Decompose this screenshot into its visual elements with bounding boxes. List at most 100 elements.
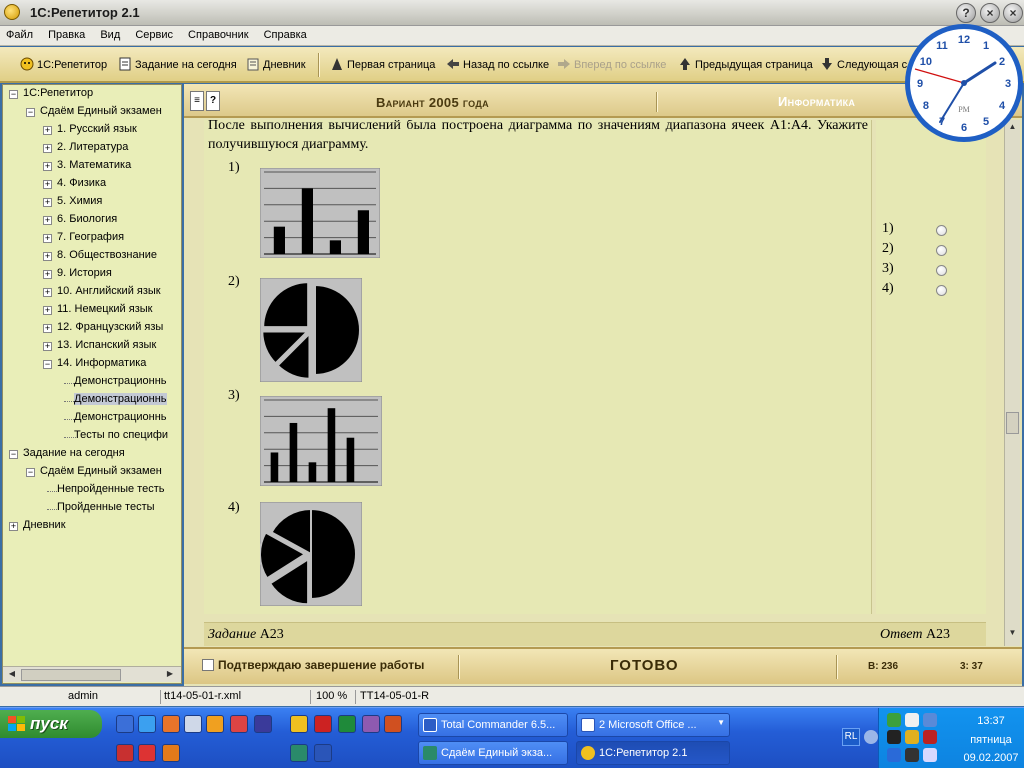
quicklaunch-app-icon[interactable] [254,715,272,733]
tray-expand-icon[interactable] [864,730,878,744]
tree-item[interactable]: 4. Физика [57,177,106,189]
scroll-down-arrow-icon[interactable]: ▼ [1006,628,1019,642]
toolbar-first-page-button[interactable]: Первая страница [330,57,435,71]
task-ms-office[interactable]: 2 Microsoft Office ... ▼ [576,713,730,737]
ready-button[interactable]: ГОТОВО [610,657,679,674]
menu-view[interactable]: Вид [94,26,126,41]
scroll-thumb[interactable] [1006,412,1019,434]
quicklaunch-infopath-icon[interactable] [362,715,380,733]
help-window-button[interactable]: ? [956,3,976,23]
toolbar-next-page-button[interactable]: Следующая с [820,57,907,71]
tree-item[interactable]: Дневник [23,519,66,531]
quicklaunch-calendar-icon[interactable] [138,744,156,762]
tree-expander-icon[interactable]: + [43,126,52,135]
tree-item[interactable]: 5. Химия [57,195,102,207]
menu-edit[interactable]: Правка [42,26,91,41]
answer-radio-1[interactable] [936,225,947,236]
toolbar-home-button[interactable]: 1С:Репетитор [20,57,107,71]
quicklaunch-ie-icon[interactable] [138,715,156,733]
tray-yellow-icon[interactable] [905,730,919,744]
menu-help[interactable]: Справка [258,26,313,41]
tree-expander-icon[interactable]: + [43,144,52,153]
toolbar-back-link-button[interactable]: Назад по ссылке [446,57,549,71]
tree-item[interactable]: 6. Биология [57,213,117,225]
tree-expander-icon[interactable]: + [43,324,52,333]
confirm-checkbox[interactable] [202,659,214,671]
question-help-button[interactable]: ? [206,91,220,111]
tree-item[interactable]: 8. Обществознание [57,249,157,261]
tree-expander-icon[interactable]: + [43,270,52,279]
tree-item[interactable]: Демонстрационнь [74,375,167,387]
minimize-button[interactable]: × [980,3,1000,23]
quicklaunch-access-icon[interactable] [314,715,332,733]
tray-grid-icon[interactable] [923,748,937,762]
language-indicator[interactable]: RL [842,728,860,746]
tree-item[interactable]: 11. Немецкий язык [57,303,152,315]
tree-item[interactable]: 2. Литература [57,141,128,153]
confirm-label[interactable]: Подтверждаю завершение работы [218,658,424,672]
answer-radio-3[interactable] [936,265,947,276]
task-total-commander[interactable]: Total Commander 6.5... [418,713,568,737]
menu-reference[interactable]: Справочник [182,26,255,41]
tree-item[interactable]: 1С:Репетитор [23,87,93,99]
quicklaunch-publisher-icon[interactable] [290,744,308,762]
tree-item[interactable]: 14. Информатика [57,357,146,369]
scroll-left-arrow-icon[interactable]: ◀ [5,669,19,681]
quicklaunch-excel-icon[interactable] [338,715,356,733]
tree-expander-icon[interactable]: + [43,234,52,243]
quicklaunch-red-icon[interactable] [116,744,134,762]
quicklaunch-orange-icon[interactable] [162,744,180,762]
tree-item[interactable]: Пройденные тесты [57,501,155,513]
tree-item[interactable]: 10. Английский язык [57,285,161,297]
tray-monitor-icon[interactable] [923,713,937,727]
quicklaunch-tool-icon[interactable] [230,715,248,733]
tray-flag-icon[interactable] [923,730,937,744]
quicklaunch-word-icon[interactable] [314,744,332,762]
tree-item[interactable]: Сдаём Единый экзамен [40,105,162,117]
tray-spider-icon[interactable] [887,730,901,744]
quicklaunch-browser-icon[interactable] [162,715,180,733]
tray-bug-icon[interactable] [905,748,919,762]
tray-network-icon[interactable] [887,713,901,727]
tree-expander-icon[interactable]: − [43,360,52,369]
content-vertical-scrollbar[interactable]: ▲ ▼ [1004,120,1020,646]
menu-service[interactable]: Сервис [129,26,179,41]
tree-expander-icon[interactable]: + [43,198,52,207]
tree-item[interactable]: Демонстрационнь [74,393,167,405]
answer-radio-2[interactable] [936,245,947,256]
tree-item[interactable]: 9. История [57,267,112,279]
tree-expander-icon[interactable]: + [43,216,52,225]
toolbar-today-button[interactable]: Задание на сегодня [118,57,237,71]
tree-item[interactable]: 3. Математика [57,159,131,171]
tree-item[interactable]: Демонстрационнь [74,411,167,423]
toolbar-prev-page-button[interactable]: Предыдущая страница [678,57,813,71]
quicklaunch-folder-icon[interactable] [290,715,308,733]
tree-expander-icon[interactable]: + [43,306,52,315]
tree-expander-icon[interactable]: + [9,522,18,531]
tree-expander-icon[interactable]: + [43,288,52,297]
start-button[interactable]: пуск [0,710,102,738]
quicklaunch-powerpoint-icon[interactable] [384,715,402,733]
tree-expander-icon[interactable]: − [26,108,35,117]
tree-item[interactable]: Непройденные тесть [57,483,164,495]
tree-expander-icon[interactable]: − [26,468,35,477]
quicklaunch-firefox-icon[interactable] [206,715,224,733]
tree-item[interactable]: 1. Русский язык [57,123,137,135]
tree-expander-icon[interactable]: + [43,162,52,171]
menu-file[interactable]: Файл [0,26,39,41]
tree-expander-icon[interactable]: + [43,252,52,261]
tree-item[interactable]: 13. Испанский язык [57,339,156,351]
scroll-right-arrow-icon[interactable]: ▶ [163,669,177,681]
tree-item[interactable]: Задание на сегодня [23,447,125,459]
task-exam-document[interactable]: Сдаём Единый экза... [418,741,568,765]
tree-item[interactable]: Сдаём Единый экзамен [40,465,162,477]
quicklaunch-desktop-icon[interactable] [116,715,134,733]
tree-horizontal-scrollbar[interactable]: ◀ ▶ [3,666,181,682]
answer-radio-4[interactable] [936,285,947,296]
tree-item[interactable]: 7. География [57,231,124,243]
tree-expander-icon[interactable]: + [43,180,52,189]
menu-lines-button[interactable]: ≡ [190,91,204,111]
tree-item[interactable]: 12. Французский язы [57,321,163,333]
tree-expander-icon[interactable]: − [9,450,18,459]
toolbar-diary-button[interactable]: Дневник [246,57,306,71]
